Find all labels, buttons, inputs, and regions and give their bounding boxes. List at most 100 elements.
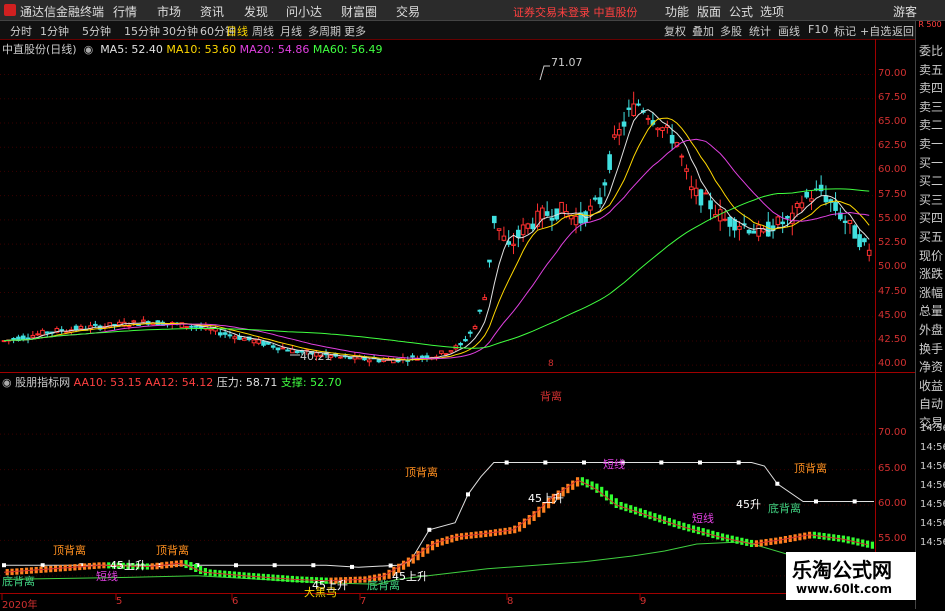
candle [285,349,290,352]
x-tick: 5 [116,596,123,607]
main-y-tick: 50.00 [878,261,907,273]
aa-bar [426,544,430,554]
candle [530,223,536,230]
candle [439,350,444,354]
candle [501,235,507,241]
candle [621,121,627,127]
pressure-dot [427,527,432,532]
candle [722,218,728,221]
aa-bar [571,480,575,490]
candle [193,325,199,328]
candle [198,326,204,329]
sub-y-tick: 70.00 [878,427,907,439]
candle [823,195,829,203]
aa-bar [522,518,526,529]
side-item-0[interactable]: 委比 [919,42,945,59]
candle [612,134,617,138]
side-item-19[interactable]: 自动 [919,395,945,412]
side-item-10[interactable]: 买五 [919,228,945,245]
candle [448,350,454,353]
watermark-box: 乐淘公式网 www.60lt.com [786,552,916,600]
aa-bar [517,522,522,532]
side-item-1[interactable]: 卖五 [919,61,945,78]
side-item-11[interactable]: 现价 [919,247,945,264]
side-item-4[interactable]: 卖二 [919,116,945,133]
side-item-2[interactable]: 卖四 [919,79,945,96]
main-y-tick: 55.00 [878,212,907,224]
candle [689,186,694,191]
candle [410,355,415,358]
candle [592,197,598,200]
side-item-18[interactable]: 收益 [919,377,945,394]
pressure-dot [852,499,857,504]
main-y-tick: 60.00 [878,164,907,176]
candle [857,234,862,248]
candle [549,217,555,221]
candle [794,203,800,208]
main-y-tick: 42.50 [878,333,907,345]
side-item-14[interactable]: 总量 [919,302,945,319]
candle [573,215,579,226]
candle [842,220,848,223]
candle [669,134,675,144]
candle [698,189,704,206]
candle [862,238,867,243]
candle [20,335,26,340]
main-y-tick: 67.50 [878,91,907,103]
side-item-13[interactable]: 涨幅 [919,284,945,301]
candle [376,359,382,363]
candle [746,229,752,234]
main-y-tick: 65.00 [878,115,907,127]
candle [472,325,478,330]
candle [636,103,641,106]
aa-bar [527,514,531,525]
side-item-12[interactable]: 涨跌 [919,265,945,282]
candle [270,345,276,348]
candle [261,340,266,346]
candle [847,219,853,224]
side-item-8[interactable]: 买三 [919,191,945,208]
time-value: 14:56 [920,461,945,472]
side-item-9[interactable]: 买四 [919,209,945,226]
candle [785,215,790,219]
candle [775,216,781,226]
candle [482,297,487,301]
candle [184,326,189,329]
candle [208,328,213,331]
signal-annotation: 大黑马 [304,586,337,599]
aa-bar [614,498,618,508]
pressure-line [4,462,874,568]
candle [11,337,16,341]
watermark-title: 乐淘公式网 [792,558,892,582]
candle [655,127,661,131]
month-marker: 8 [548,359,554,369]
candle [780,221,785,225]
candle [467,331,473,334]
candle [833,201,838,211]
time-value: 14:56 [920,423,945,434]
aa-bar [870,541,874,549]
side-item-15[interactable]: 外盘 [919,321,945,338]
side-item-7[interactable]: 买二 [919,172,945,189]
signal-annotation: 短线 [692,512,714,525]
main-y-tick: 70.00 [878,67,907,79]
kline-chart[interactable] [0,0,915,609]
signal-annotation: 底背离 [2,575,35,588]
side-item-5[interactable]: 卖一 [919,135,945,152]
high-marker [539,65,550,81]
candle [525,223,531,229]
candle [765,221,771,237]
side-item-16[interactable]: 换手 [919,340,945,357]
aa-bar [411,554,415,564]
candle [131,320,137,323]
candle [443,353,449,356]
side-item-3[interactable]: 卖三 [919,98,945,115]
signal-annotation: 顶背离 [53,544,86,557]
side-item-17[interactable]: 净资 [919,358,945,375]
pressure-dot [272,563,277,568]
side-item-6[interactable]: 买一 [919,154,945,171]
candle [78,325,84,330]
signal-annotation: 顶背离 [405,466,438,479]
candle [491,215,497,224]
candle [732,219,737,231]
